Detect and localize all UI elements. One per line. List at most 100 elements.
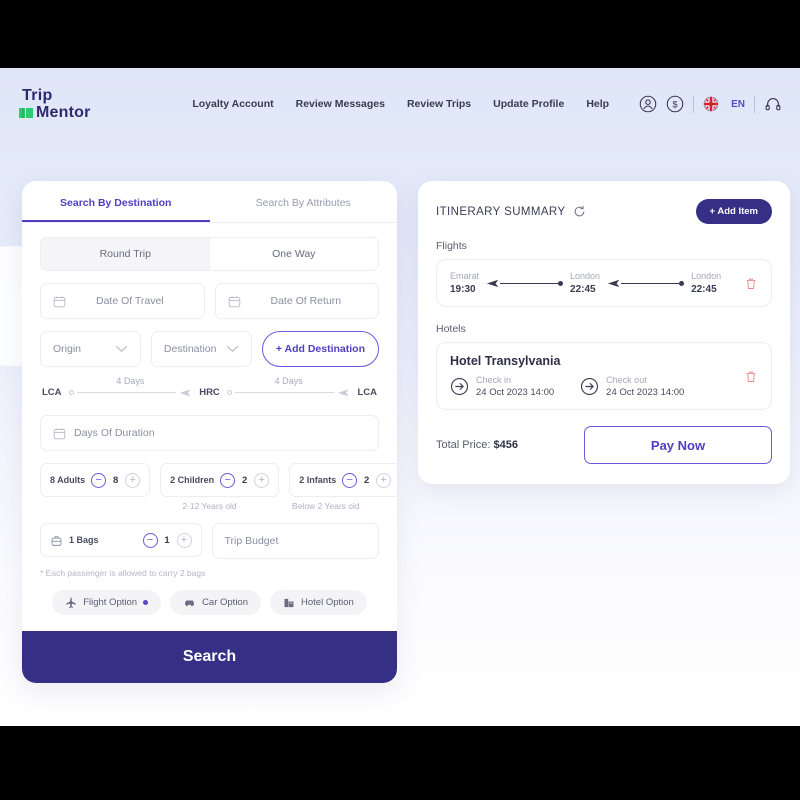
pay-now-button[interactable]: Pay Now bbox=[584, 426, 772, 464]
route-stop-return: LCA bbox=[357, 386, 377, 398]
chevron-down-icon bbox=[226, 345, 239, 353]
hotel-check-in-value: 24 Oct 2023 14:00 bbox=[476, 387, 555, 398]
bags-increase-button[interactable]: + bbox=[176, 532, 192, 548]
flight-point-3-city: London bbox=[691, 271, 722, 281]
language-label[interactable]: EN bbox=[731, 99, 745, 110]
infants-stepper[interactable]: 2 Infants − 2 + bbox=[289, 463, 397, 497]
adults-stepper[interactable]: 8 Adults − 8 + bbox=[40, 463, 151, 497]
itinerary-title: ITINERARY SUMMARY bbox=[436, 205, 566, 218]
user-circle-icon[interactable] bbox=[639, 95, 657, 113]
trip-type-one-way[interactable]: One Way bbox=[209, 238, 378, 270]
children-stepper[interactable]: 2 Children − 2 + bbox=[160, 463, 280, 497]
option-hotel[interactable]: Hotel Option bbox=[270, 590, 367, 615]
refresh-icon[interactable] bbox=[573, 205, 586, 218]
route-dot bbox=[226, 389, 232, 395]
bags-note: * Each passenger is allowed to carry 2 b… bbox=[40, 568, 206, 578]
children-decrease-button[interactable]: − bbox=[220, 472, 236, 488]
nav-divider bbox=[693, 95, 695, 113]
nav-divider-2 bbox=[754, 95, 755, 113]
plane-icon bbox=[486, 279, 499, 288]
route-dot bbox=[68, 389, 74, 395]
route-line bbox=[76, 391, 177, 393]
add-item-button[interactable]: + Add Item bbox=[695, 199, 772, 224]
option-car[interactable]: Car Option bbox=[170, 590, 261, 615]
flight-point-2-time: 22:45 bbox=[570, 284, 596, 295]
adults-increase-button[interactable]: + bbox=[125, 472, 141, 488]
flight-connector-2 bbox=[607, 276, 685, 290]
bags-label: 1 Bags bbox=[69, 535, 99, 545]
brand-logo-line2: Mentor bbox=[36, 103, 91, 121]
delete-hotel-icon[interactable] bbox=[744, 369, 758, 384]
hotel-icon bbox=[284, 598, 294, 607]
nav-link-loyalty-account[interactable]: Loyalty Account bbox=[192, 98, 273, 110]
plane-icon bbox=[338, 388, 349, 396]
infants-hint: Below 2 Years old bbox=[292, 501, 360, 511]
route-leg-2-duration: 4 Days bbox=[274, 376, 303, 386]
hotel-card[interactable]: Hotel Transylvania Check in 24 Oct 2023 … bbox=[436, 342, 772, 410]
option-hotel-label: Hotel Option bbox=[301, 597, 354, 608]
trip-type-toggle: Round Trip One Way bbox=[40, 237, 379, 271]
plane-icon bbox=[180, 388, 191, 396]
flight-point-3-time: 22:45 bbox=[691, 284, 717, 295]
delete-flight-icon[interactable] bbox=[744, 276, 758, 291]
flights-section-label: Flights bbox=[436, 240, 467, 252]
date-row: Date Of Travel Date Of Return bbox=[40, 283, 379, 319]
option-flight-label: Flight Option bbox=[83, 597, 138, 608]
days-duration-row: Days Of Duration bbox=[40, 415, 379, 451]
site-header: Trip Mentor Loyalty Account Review Messa… bbox=[0, 68, 800, 140]
brand-logo[interactable]: Trip Mentor bbox=[18, 86, 118, 121]
adults-decrease-button[interactable]: − bbox=[91, 472, 107, 488]
infants-value: 2 bbox=[364, 474, 370, 486]
calendar-icon bbox=[53, 295, 66, 307]
uk-flag-icon[interactable] bbox=[703, 96, 719, 112]
trip-type-round-trip[interactable]: Round Trip bbox=[41, 238, 210, 270]
bags-value: 1 bbox=[164, 534, 170, 546]
date-of-return-placeholder: Date Of Return bbox=[270, 295, 342, 307]
children-increase-button[interactable]: + bbox=[254, 472, 270, 488]
calendar-icon bbox=[53, 427, 66, 439]
hotel-check-out-label: Check out bbox=[606, 375, 647, 385]
nav-link-review-messages[interactable]: Review Messages bbox=[296, 98, 385, 110]
date-of-travel-input[interactable]: Date Of Travel bbox=[40, 283, 205, 319]
tab-search-by-destination[interactable]: Search By Destination bbox=[22, 181, 210, 222]
itinerary-panel: ITINERARY SUMMARY + Add Item Flights Ema… bbox=[418, 181, 790, 484]
nav-link-review-trips[interactable]: Review Trips bbox=[407, 98, 471, 110]
bags-decrease-button[interactable]: − bbox=[142, 532, 158, 548]
origin-select[interactable]: Origin bbox=[40, 331, 141, 367]
infants-decrease-button[interactable]: − bbox=[342, 472, 358, 488]
bags-budget-row: 1 Bags − 1 + Trip Budget bbox=[40, 523, 379, 559]
nav-link-help[interactable]: Help bbox=[586, 98, 609, 110]
flight-card[interactable]: Emarat 19:30 London 22:45 London 22:45 bbox=[436, 259, 772, 307]
route-leg-2: 4 Days bbox=[226, 376, 351, 403]
brand-logo-line1: Trip bbox=[22, 86, 53, 104]
origin-destination-row: Origin Destination + Add Destination bbox=[40, 331, 380, 367]
search-panel: Search By Destination Search By Attribut… bbox=[22, 181, 397, 683]
trip-budget-input[interactable]: Trip Budget bbox=[211, 523, 379, 559]
trip-options: Flight Option Car Option Hotel Option bbox=[40, 590, 379, 615]
passenger-counters-row: 8 Adults − 8 + 2 Children − 2 + 2 Infant… bbox=[40, 463, 397, 497]
children-label: 2 Children bbox=[170, 475, 215, 485]
infants-increase-button[interactable]: + bbox=[376, 472, 392, 488]
headset-icon[interactable] bbox=[764, 95, 782, 113]
nav-link-update-profile[interactable]: Update Profile bbox=[493, 98, 564, 110]
add-destination-button[interactable]: + Add Destination bbox=[261, 331, 380, 367]
hotels-section-label: Hotels bbox=[436, 323, 466, 335]
hotel-check-out: Check out 24 Oct 2023 14:00 bbox=[580, 375, 684, 398]
search-button[interactable]: Search bbox=[22, 631, 397, 683]
tab-search-by-attributes[interactable]: Search By Attributes bbox=[210, 181, 398, 222]
check-out-icon bbox=[581, 377, 599, 396]
destination-select[interactable]: Destination bbox=[150, 331, 252, 367]
app-frame: Trip Mentor Loyalty Account Review Messa… bbox=[0, 68, 800, 726]
dollar-circle-icon[interactable]: $ bbox=[666, 95, 684, 113]
flight-connector-1 bbox=[486, 276, 564, 290]
option-flight[interactable]: Flight Option bbox=[52, 590, 162, 615]
book-icon bbox=[19, 108, 33, 118]
itinerary-header: ITINERARY SUMMARY + Add Item bbox=[436, 199, 772, 224]
bags-stepper[interactable]: 1 Bags − 1 + bbox=[40, 523, 202, 557]
plane-icon bbox=[607, 279, 620, 288]
route-leg-1: 4 Days bbox=[68, 376, 193, 403]
chevron-down-icon bbox=[115, 345, 128, 353]
days-of-duration-input[interactable]: Days Of Duration bbox=[40, 415, 379, 451]
date-of-return-input[interactable]: Date Of Return bbox=[214, 283, 379, 319]
option-flight-selected-dot bbox=[143, 600, 149, 605]
